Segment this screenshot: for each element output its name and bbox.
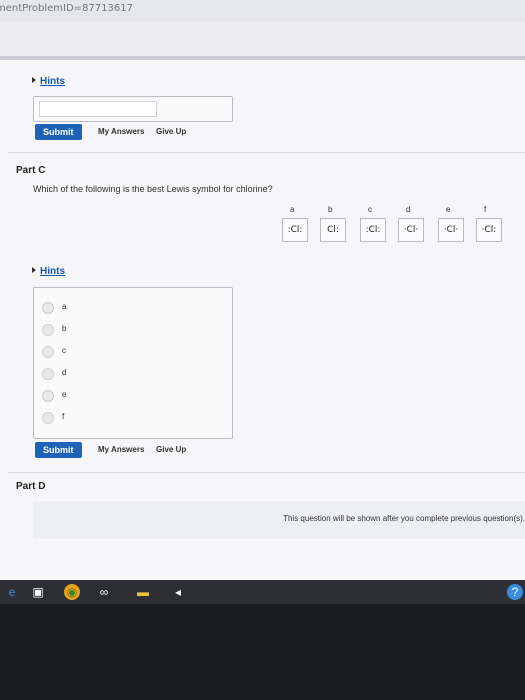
lewis-symbol-c: :Cl:: [360, 218, 386, 242]
caret-right-icon: [32, 267, 36, 273]
caret-right-icon: [32, 77, 36, 83]
lewis-symbol-f: ·Cl:: [476, 218, 502, 242]
part-b-hints-link[interactable]: Hints: [32, 76, 65, 87]
part-c-give-up-link[interactable]: Give Up: [156, 445, 186, 454]
part-b-answer-box: [33, 96, 233, 122]
part-d-locked-panel: This question will be shown after you co…: [33, 501, 525, 539]
part-b-answer-input[interactable]: [39, 101, 157, 117]
part-b-give-up-link[interactable]: Give Up: [156, 127, 186, 136]
edge-browser-icon[interactable]: e: [4, 584, 20, 600]
help-icon[interactable]: ?: [507, 584, 523, 600]
radio-button[interactable]: [42, 324, 54, 336]
taskbar: e ▣ ◉ ∞ ▬ ◂ ?: [0, 580, 525, 604]
part-d-locked-message: This question will be shown after you co…: [283, 514, 525, 523]
browser-url-bar[interactable]: mentProblemID=87713617: [0, 0, 525, 23]
part-b-submit-button[interactable]: Submit: [35, 124, 82, 140]
folder-icon[interactable]: ▬: [135, 584, 151, 600]
divider: [8, 472, 525, 473]
mail-icon[interactable]: ◂: [170, 584, 186, 600]
loop-icon[interactable]: ∞: [96, 584, 112, 600]
part-d-title: Part D: [16, 481, 46, 492]
radio-button[interactable]: [42, 412, 54, 424]
radio-button[interactable]: [42, 390, 54, 402]
chrome-icon[interactable]: ◉: [64, 584, 80, 600]
part-b-my-answers-link[interactable]: My Answers: [98, 127, 144, 136]
lewis-symbol-d: ·Cl·: [398, 218, 424, 242]
radio-button[interactable]: [42, 368, 54, 380]
store-icon[interactable]: ▣: [30, 584, 46, 600]
part-c-title: Part C: [16, 165, 46, 176]
choice-letter-d: d: [406, 205, 411, 214]
lewis-symbol-b: Cl:: [320, 218, 346, 242]
part-c-submit-button[interactable]: Submit: [35, 442, 82, 458]
lewis-symbol-e: ·Cl·: [438, 218, 464, 242]
choice-letter-e: e: [446, 205, 451, 214]
choice-letter-a: a: [290, 205, 295, 214]
choice-letter-c: c: [368, 205, 372, 214]
part-c-my-answers-link[interactable]: My Answers: [98, 445, 144, 454]
url-text: mentProblemID=87713617: [0, 3, 133, 14]
radio-button[interactable]: [42, 346, 54, 358]
radio-button[interactable]: [42, 302, 54, 314]
answer-options-panel: a b c d e f: [33, 287, 233, 439]
part-c-question: Which of the following is the best Lewis…: [33, 184, 273, 194]
divider: [8, 152, 525, 153]
choice-letter-b: b: [328, 205, 333, 214]
lewis-symbol-a: :Cl:: [282, 218, 308, 242]
part-c-hints-link[interactable]: Hints: [32, 266, 65, 277]
page-header-band: [0, 22, 525, 56]
laptop-bezel: [0, 604, 525, 700]
choice-letter-f: f: [484, 205, 487, 214]
